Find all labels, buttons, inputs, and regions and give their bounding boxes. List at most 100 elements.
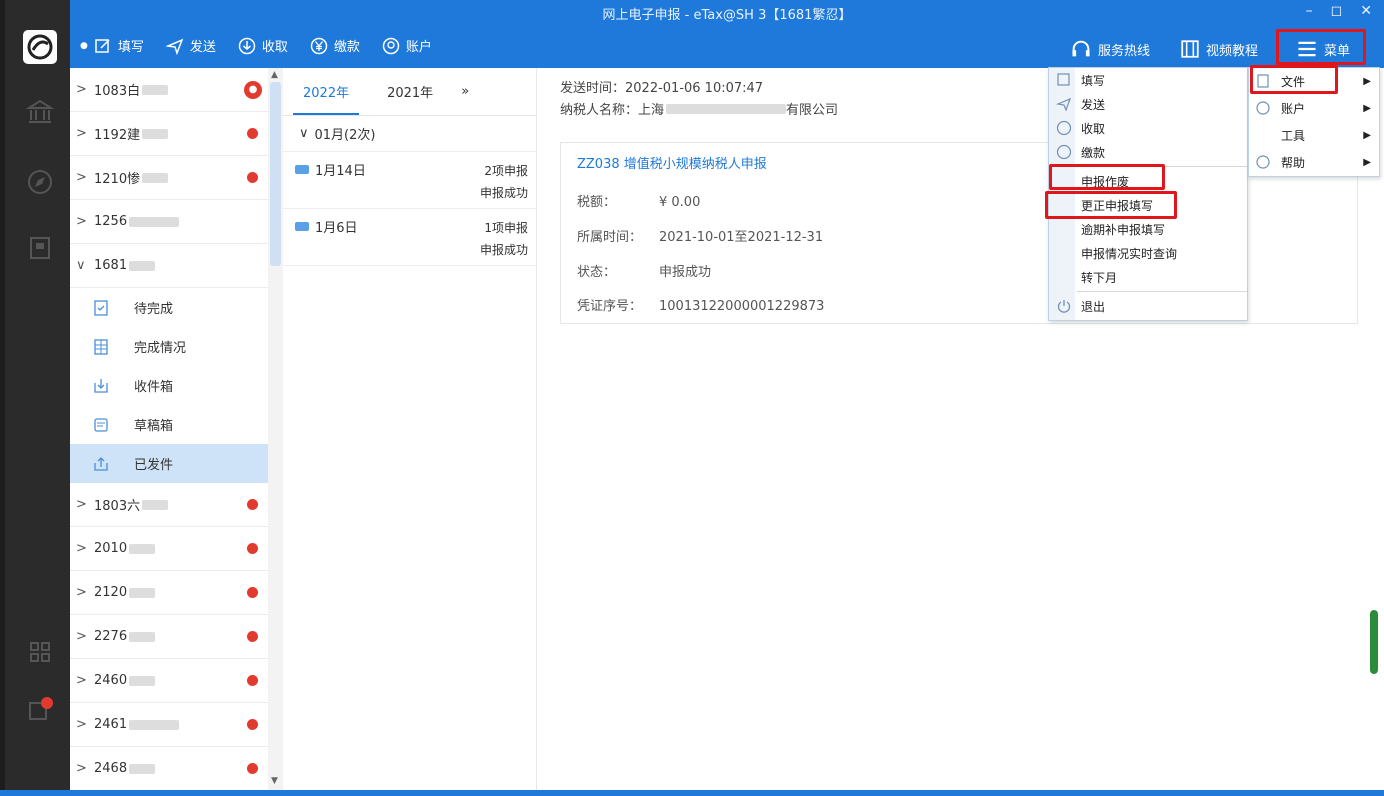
menu-item-correct-declaration[interactable]: 更正申报填写 xyxy=(1049,193,1247,217)
menu-item-fill[interactable]: 填写 xyxy=(1049,68,1247,92)
grid-icon[interactable] xyxy=(22,634,58,670)
chevron-right-icon: > xyxy=(76,170,87,185)
video-tutorial-button[interactable]: 视频教程 xyxy=(1180,39,1258,59)
company-code: 2461 xyxy=(94,717,128,732)
chevron-right-icon: > xyxy=(76,126,87,141)
bank-icon[interactable] xyxy=(22,94,58,130)
restore-button[interactable]: ◻ xyxy=(1331,3,1343,19)
toolbar-pay-button[interactable]: 缴款 xyxy=(310,36,360,55)
submenu-item-account[interactable]: 账户 ▶ xyxy=(1249,95,1379,122)
app-logo-icon[interactable] xyxy=(23,30,57,64)
chevron-right-icon: > xyxy=(76,497,87,512)
submenu-item-tools[interactable]: 工具 ▶ xyxy=(1249,122,1379,149)
company-row[interactable]: > 2461 xyxy=(70,703,268,747)
hotline-label: 服务热线 xyxy=(1097,43,1150,59)
unread-dot xyxy=(247,172,258,183)
chevron-right-icon: > xyxy=(76,82,87,97)
chevron-right-icon: > xyxy=(76,717,87,732)
taxpayer-name: 纳税人名称：上海 有限公司 xyxy=(560,103,839,118)
company-row[interactable]: > 2276 xyxy=(70,615,268,659)
toolbar-send-button[interactable]: 发送 xyxy=(165,36,216,55)
sidebar-scrollbar[interactable]: ▲ ▼ xyxy=(268,68,283,790)
company-code: 1083白 xyxy=(94,84,141,99)
power-icon xyxy=(1057,300,1071,313)
unread-dot xyxy=(247,128,258,139)
compass-icon[interactable] xyxy=(22,164,58,200)
menu-item-next-month[interactable]: 转下月 xyxy=(1049,265,1247,289)
company-row[interactable]: > 2010 xyxy=(70,527,268,571)
notice-icon[interactable] xyxy=(22,692,58,728)
caret-right-icon: ▶ xyxy=(1363,76,1371,87)
bottom-bar xyxy=(0,790,1384,796)
company-row[interactable]: > 2468 xyxy=(70,747,268,790)
company-code: 2010 xyxy=(94,541,128,556)
sidebar-item-label: 完成情况 xyxy=(134,341,187,356)
company-row[interactable]: > 1210惨 xyxy=(70,156,268,200)
hotline-button[interactable]: 服务热线 xyxy=(1070,38,1150,60)
record-item[interactable]: 1月6日 1项申报 申报成功 xyxy=(283,209,536,266)
app-window: 网上电子申报 - eTax@SH 3【1681繁忍】 – ◻ ✕ ● 填写 发送… xyxy=(0,0,1384,796)
company-code: 2460 xyxy=(94,673,128,688)
scroll-up-icon[interactable]: ▲ xyxy=(271,70,278,80)
sidebar-item-label: 待完成 xyxy=(134,302,174,317)
submenu-item-file[interactable]: 文件 ▶ xyxy=(1249,68,1379,95)
menu-item-void-declaration[interactable]: 申报作废 xyxy=(1049,169,1247,193)
send-time: 发送时间：2022-01-06 10:07:47 xyxy=(560,81,764,96)
company-row[interactable]: > 2460 xyxy=(70,659,268,703)
detail-scrollbar[interactable] xyxy=(1370,610,1378,674)
unread-dot xyxy=(247,675,258,686)
record-item[interactable]: 1月14日 2项申报 申报成功 xyxy=(283,152,536,209)
company-row[interactable]: > 1192建 xyxy=(70,112,268,156)
sidebar-item-pending[interactable]: 待完成 xyxy=(70,288,268,327)
status-row: 状态： 申报成功 xyxy=(577,265,712,280)
document-icon[interactable] xyxy=(22,230,58,266)
outbox-icon xyxy=(94,456,108,471)
chevron-down-icon: ∨ xyxy=(76,258,86,273)
toolbar-pay-label: 缴款 xyxy=(333,40,360,55)
menu-button[interactable]: 菜单 xyxy=(1288,36,1358,62)
sidebar-item-inbox[interactable]: 收件箱 xyxy=(70,366,268,405)
tab-more[interactable]: » xyxy=(461,84,469,99)
close-button[interactable]: ✕ xyxy=(1360,3,1372,19)
menu-icon xyxy=(1298,41,1316,57)
video-tutorial-label: 视频教程 xyxy=(1205,43,1258,59)
tab-year-2021[interactable]: 2021年 xyxy=(387,82,433,101)
menu-item-exit[interactable]: 退出 xyxy=(1049,294,1247,318)
company-row[interactable]: > 1083白 ● xyxy=(70,68,268,112)
month-group[interactable]: ∨ 01月(2次) xyxy=(283,116,536,152)
company-row[interactable]: > 2120 xyxy=(70,571,268,615)
sidebar-item-label: 草稿箱 xyxy=(134,419,174,434)
form-title[interactable]: ZZ038 增值税小规模纳税人申报 xyxy=(577,153,767,172)
sidebar-item-sent[interactable]: 已发件 xyxy=(70,444,268,483)
record-status: 申报成功 xyxy=(479,243,528,257)
edit-icon xyxy=(1057,73,1070,86)
record-date: 1月14日 xyxy=(315,164,366,179)
menu-item-pay[interactable]: 缴款 xyxy=(1049,140,1247,164)
edit-icon xyxy=(95,38,110,53)
sidebar-item-drafts[interactable]: 草稿箱 xyxy=(70,405,268,444)
company-row-expanded[interactable]: ∨ 1681 xyxy=(70,244,268,288)
tab-year-2022[interactable]: 2022年 xyxy=(293,70,360,115)
headset-icon xyxy=(1072,40,1090,57)
company-row[interactable]: > 1803六 xyxy=(70,483,268,527)
toolbar-receive-button[interactable]: 收取 xyxy=(238,36,288,55)
menu-item-receive[interactable]: 收取 xyxy=(1049,116,1247,140)
send-icon xyxy=(165,38,184,55)
record-count: 2项申报 xyxy=(484,164,528,178)
menu-item-realtime-query[interactable]: 申报情况实时查询 xyxy=(1049,241,1247,265)
toolbar-fill-button[interactable]: ● 填写 xyxy=(80,36,144,55)
sidebar-item-completion[interactable]: 完成情况 xyxy=(70,327,268,366)
company-row[interactable]: > 1256 xyxy=(70,200,268,244)
toolbar-fill-label: 填写 xyxy=(117,40,144,55)
sidebar-scroll-thumb[interactable] xyxy=(270,82,281,266)
chevron-down-icon: ∨ xyxy=(299,126,309,141)
menu-item-send[interactable]: 发送 xyxy=(1049,92,1247,116)
window-controls: – ◻ ✕ xyxy=(1306,3,1372,19)
toolbar-account-button[interactable]: 账户 xyxy=(382,36,432,55)
submenu-item-help[interactable]: 帮助 ▶ xyxy=(1249,149,1379,176)
scroll-down-icon[interactable]: ▼ xyxy=(271,776,278,786)
menu-item-overdue-declaration[interactable]: 逾期补申报填写 xyxy=(1049,217,1247,241)
mail-icon xyxy=(295,165,309,174)
toolbar-left: ● 填写 发送 收取 缴款 账户 xyxy=(80,36,432,55)
minimize-button[interactable]: – xyxy=(1306,3,1313,19)
